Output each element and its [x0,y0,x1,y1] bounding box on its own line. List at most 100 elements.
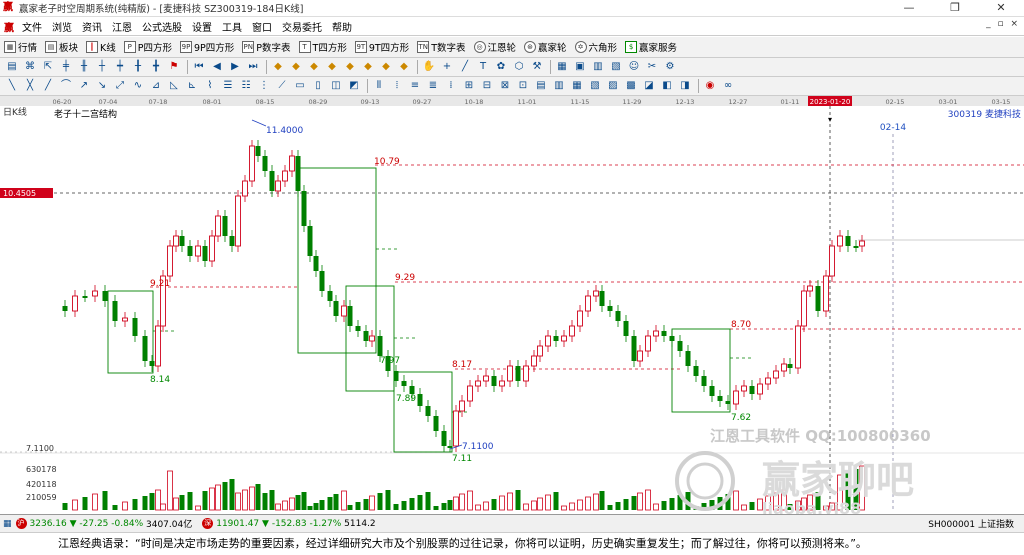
toolbar-winner-wheel-button[interactable]: ⊛ 赢家轮 [520,40,571,54]
gift-icon[interactable]: ✿ [493,59,509,75]
bar-mode-icon[interactable]: ╋ [148,59,164,75]
diamond-icon[interactable]: ◆ [378,59,394,75]
fib-icon[interactable]: ▧ [587,78,603,94]
line-tool-icon[interactable]: ◫ [328,78,344,94]
line-icon[interactable]: ╱ [457,59,473,75]
line-tool-icon[interactable]: ⊾ [184,78,200,94]
menu-browse[interactable]: 浏览 [47,19,77,34]
mdi-controls[interactable]: _ ▫ × [986,19,1020,29]
toolbar-p-square-button[interactable]: P P四方形 [120,40,176,54]
menu-gann[interactable]: 江恩 [107,19,137,34]
status-menu-icon[interactable]: ▦ [3,519,12,529]
toolbar-9t-square-button[interactable]: 9T 9T四方形 [351,40,413,54]
line-tool-icon[interactable]: ▭ [292,78,308,94]
sh-index[interactable]: 沪 3236.16 ▼ -27.25 -0.84% 3407.04亿 [15,517,192,530]
toolbar-t-square-button[interactable]: T T四方形 [295,40,351,54]
maximize-button[interactable]: ❐ [932,0,978,17]
menu-formula[interactable]: 公式选股 [137,19,187,34]
line-tool-icon[interactable]: ╳ [22,78,38,94]
flag-icon[interactable]: ⚑ [166,59,182,75]
infinity-icon[interactable]: ∞ [720,78,736,94]
fib-icon[interactable]: ⊞ [461,78,477,94]
line-tool-icon[interactable]: ↘ [94,78,110,94]
hand-icon[interactable]: ✋ [421,59,437,75]
user-icon[interactable]: ☺ [626,59,642,75]
settings-icon[interactable]: ⚙ [662,59,678,75]
candle2-icon[interactable]: ╫ [76,59,92,75]
pattern-icon[interactable]: ⌘ [22,59,38,75]
diamond-icon[interactable]: ◆ [270,59,286,75]
line-tool-icon[interactable]: ▯ [310,78,326,94]
menu-help[interactable]: 帮助 [327,19,357,34]
toolbar-p-table-button[interactable]: PN P数字表 [238,40,294,54]
menu-tools[interactable]: 工具 [217,19,247,34]
line-tool-icon[interactable]: ⟋ [274,78,290,94]
fib-icon[interactable]: ≣ [425,78,441,94]
fib-icon[interactable]: ⊡ [515,78,531,94]
menu-settings[interactable]: 设置 [187,19,217,34]
line-tool-icon[interactable]: ∿ [130,78,146,94]
sz-index[interactable]: 深 11901.47 ▼ -152.83 -1.27% 5114.2 [202,518,376,529]
bars-icon[interactable]: ┼ [94,59,110,75]
toolbar-t-table-button[interactable]: TN T数字表 [413,40,469,54]
line-tool-icon[interactable]: ╲ [4,78,20,94]
save-icon[interactable]: ▣ [572,59,588,75]
color-wheel-icon[interactable]: ◉ [702,78,718,94]
chart-canvas[interactable]: 06-20 07-04 07-18 08-01 08-15 08-29 09-13 09-27… [0,96,1024,514]
tool-icon[interactable]: ⚒ [529,59,545,75]
close-button[interactable]: ✕ [978,0,1024,17]
chart-icon[interactable]: ▥ [590,59,606,75]
fib-icon[interactable]: ▩ [623,78,639,94]
fib-icon[interactable]: ⊠ [497,78,513,94]
prev-icon[interactable]: ◀ [209,59,225,75]
line-tool-icon[interactable]: ╱ [40,78,56,94]
line-tool-icon[interactable]: ☷ [238,78,254,94]
line-tool-icon[interactable]: ⤢ [112,78,128,94]
cut-icon[interactable]: ✂ [644,59,660,75]
fib-icon[interactable]: ◨ [677,78,693,94]
toolbar-service-button[interactable]: $ 赢家服务 [621,40,681,54]
index-code[interactable]: SH000001 上证指数 [928,517,1014,530]
down-candle-icon[interactable]: ╂ [130,59,146,75]
menu-file[interactable]: 文件 [17,19,47,34]
fib-icon[interactable]: ≡ [407,78,423,94]
menu-dropdown-icon[interactable]: ▤ [4,59,20,75]
toolbar-kline-button[interactable]: ┃ K线 [82,40,120,54]
toolbar-9p-square-button[interactable]: 9P 9P四方形 [176,40,238,54]
up-candle-icon[interactable]: ┿ [112,59,128,75]
fib-icon[interactable]: ▥ [551,78,567,94]
line-tool-icon[interactable]: ⌇ [202,78,218,94]
fib-icon[interactable]: ⦙ [389,78,405,94]
toolbar-hexagon-button[interactable]: ✡ 六角形 [571,40,622,54]
next-icon[interactable]: ▶ [227,59,243,75]
fib-icon[interactable]: ⁞ [443,78,459,94]
line-tool-icon[interactable]: ⋮ [256,78,272,94]
fib-icon[interactable]: ▤ [533,78,549,94]
toolbar-gann-wheel-button[interactable]: ◎ 江恩轮 [470,40,521,54]
line-tool-icon[interactable]: ⌒ [58,78,74,94]
fib-icon[interactable]: ◧ [659,78,675,94]
toolbar-sector-button[interactable]: ▤ 板块 [41,40,82,54]
box-icon[interactable]: ▧ [608,59,624,75]
text-icon[interactable]: T [475,59,491,75]
fib-icon[interactable]: ⊟ [479,78,495,94]
shape-icon[interactable]: ⬡ [511,59,527,75]
menu-info[interactable]: 资讯 [77,19,107,34]
kline-chart[interactable]: 06-20 07-04 07-18 08-01 08-15 08-29 09-13 09-27… [0,96,1024,514]
toolbar-quote-button[interactable]: ▦ 行情 [0,40,41,54]
line-tool-icon[interactable]: ⊿ [148,78,164,94]
crosshair-icon[interactable]: + [439,59,455,75]
line-tool-icon[interactable]: ◺ [166,78,182,94]
candle-icon[interactable]: ╪ [58,59,74,75]
fib-icon[interactable]: ◪ [641,78,657,94]
diamond-icon[interactable]: ◆ [306,59,322,75]
line-tool-icon[interactable]: ◩ [346,78,362,94]
fib-icon[interactable]: ▨ [605,78,621,94]
diamond-icon[interactable]: ◆ [396,59,412,75]
diamond-icon[interactable]: ◆ [342,59,358,75]
fib-icon[interactable]: ⦀ [371,78,387,94]
diamond-icon[interactable]: ◆ [360,59,376,75]
last-icon[interactable]: ⏭ [245,59,261,75]
first-icon[interactable]: ⏮ [191,59,207,75]
menu-trade[interactable]: 交易委托 [277,19,327,34]
